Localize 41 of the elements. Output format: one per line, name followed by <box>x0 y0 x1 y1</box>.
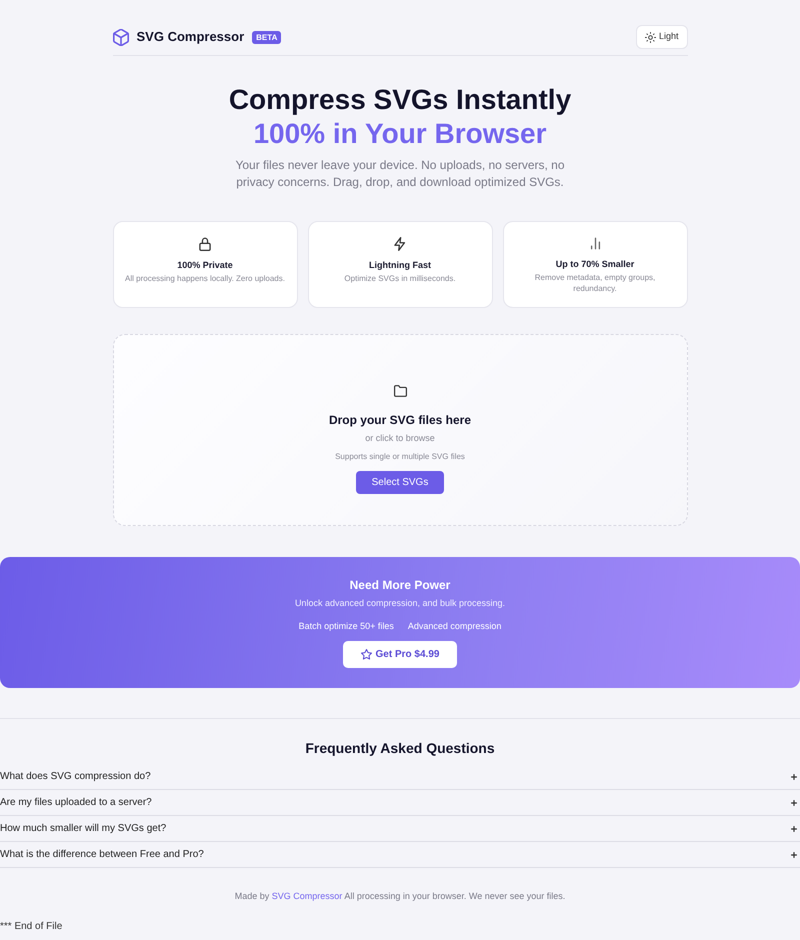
hero-title: Compress SVGs Instantly <box>228 83 572 117</box>
feature-title: Lightning Fast <box>368 259 432 271</box>
folder-icon <box>394 385 406 397</box>
faq-question[interactable]: What does SVG compression do? <box>0 764 800 790</box>
feature-title: 100% Private <box>176 259 234 271</box>
dropzone-title: Drop your SVG files here <box>328 413 472 428</box>
footer-link[interactable]: SVG Compressor <box>272 891 342 901</box>
plus-icon <box>791 774 797 780</box>
footer-text: Made by SVG Compressor All processing in your browser. We never see your files. <box>234 890 566 902</box>
dropzone-note: Supports single or multiple SVG files <box>334 451 466 462</box>
lightning-icon <box>394 237 406 251</box>
hero-subtitle: Your files never leave your device. No uploads, no servers, no privacy concerns. Drag, drop, and download optimized SVGs. <box>234 157 566 191</box>
theme-toggle-button[interactable]: Light <box>636 25 688 49</box>
beta-badge: BETA <box>252 30 282 44</box>
lock-icon <box>199 237 211 251</box>
faq-question[interactable]: Are my files uploaded to a server? <box>0 790 800 816</box>
hero-highlight: 100% in Your Browser <box>252 117 548 151</box>
feature-title: Up to 70% Smaller <box>554 258 636 270</box>
bar-chart-icon <box>590 237 600 250</box>
feature-description: Remove metadata, empty groups, redundancy. <box>534 272 656 294</box>
feature-description: Optimize SVGs in milliseconds. <box>343 273 457 284</box>
end-of-file-note: *** End of File <box>0 921 64 933</box>
pro-feature: Batch optimize 50+ files <box>298 620 394 632</box>
banner-subtitle: Unlock advanced compression, and bulk processing. <box>294 597 506 609</box>
sun-icon <box>644 32 656 42</box>
plus-icon <box>791 826 797 832</box>
banner-title: Need More Power <box>348 578 452 593</box>
faq-question[interactable]: How much smaller will my SVGs get? <box>0 816 800 842</box>
plus-icon <box>791 800 797 806</box>
star-icon <box>360 649 372 660</box>
cube-icon <box>112 28 128 46</box>
faq-question[interactable]: What is the difference between Free and Pro? <box>0 842 800 868</box>
pro-feature: Advanced compression <box>408 620 502 632</box>
select-files-button[interactable]: Select SVGs <box>356 471 444 494</box>
dropzone-panel[interactable]: Drop your SVG files here or click to browse Supports single or multiple SVG files Select SVGs <box>112 334 688 526</box>
dropzone-hint: or click to browse <box>364 432 436 444</box>
faq-heading: Frequently Asked Questions <box>304 740 496 757</box>
plus-icon <box>791 852 797 858</box>
get-pro-button[interactable]: Get Pro $4.99 <box>343 641 457 668</box>
app-title: SVG Compressor <box>136 28 244 46</box>
feature-description: All processing happens locally. Zero uploads. <box>124 273 286 284</box>
